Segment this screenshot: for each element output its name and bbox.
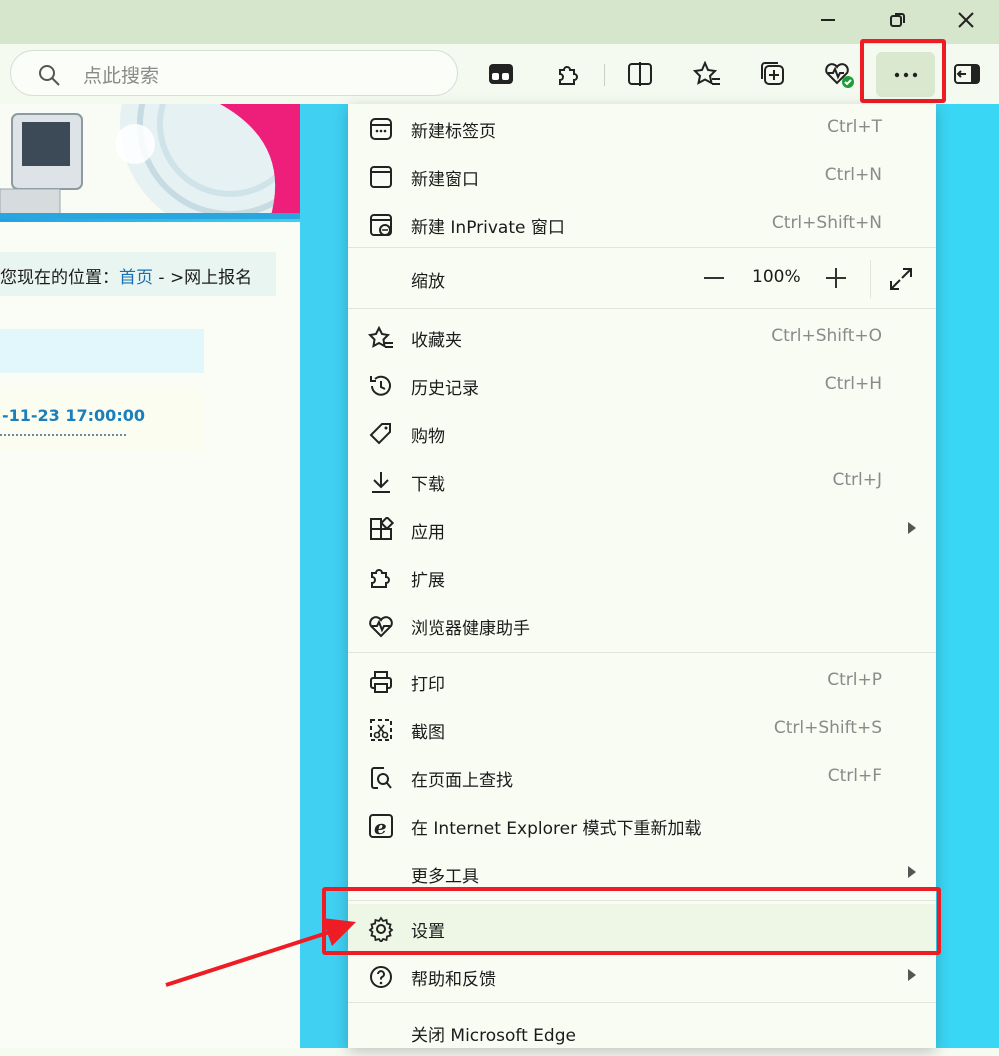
pointer-arrow — [165, 918, 356, 987]
